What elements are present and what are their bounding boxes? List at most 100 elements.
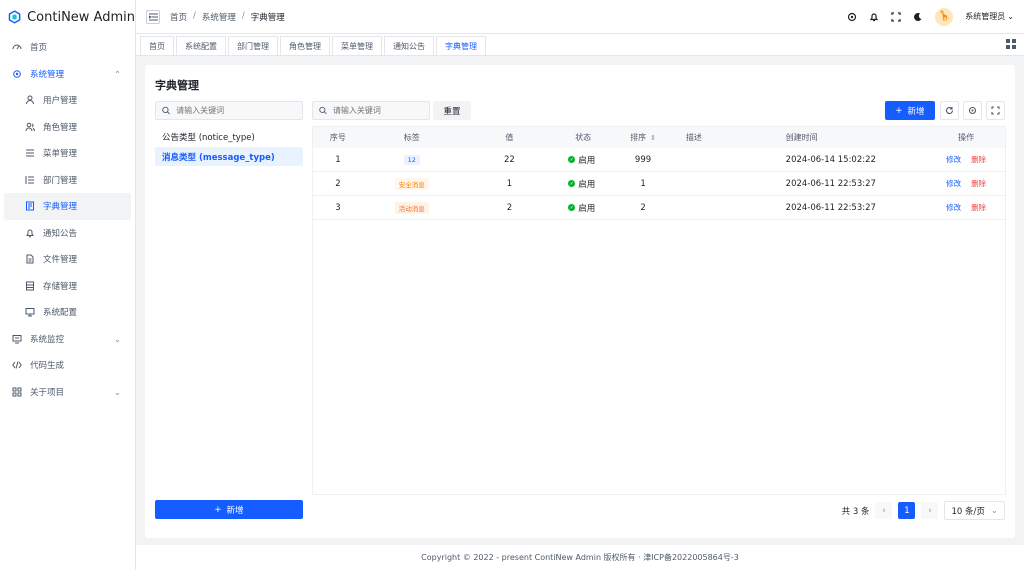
sidebar-item[interactable]: 通知公告 [4,220,131,247]
tab[interactable]: 菜单管理 [332,36,382,55]
fullscreen-icon[interactable] [891,11,901,22]
sidebar-item-label: 系统管理 [30,69,65,80]
cell-status: ✓ 启用 [558,172,608,195]
sidebar-item[interactable]: 关于项目 ⌄ [4,379,131,406]
sidebar-item[interactable]: 系统配置 [4,299,131,326]
edit-link[interactable]: 修改 [946,154,961,165]
app-title: ContiNew Admin [27,9,135,25]
bell-icon[interactable] [869,12,879,22]
apps-icon [12,387,22,397]
add-dict-label: 新增 [226,505,244,516]
fullscreen-icon [991,106,1000,115]
pagination: 共 3 条 ‹ 1 › 10 条/页 ⌄ [842,501,1005,520]
logo[interactable]: ContiNew Admin [0,0,135,34]
add-item-button[interactable]: + 新增 [885,101,935,120]
sidebar-item[interactable]: 用户管理 [4,87,131,114]
plus-icon: + [214,504,222,515]
cell-sort: 1 [640,178,646,189]
sidebar-item[interactable]: 系统管理 ⌃ [4,61,131,88]
menu-fold-icon [148,13,158,20]
item-search[interactable] [312,101,430,120]
prev-page-button[interactable]: ‹ [875,502,893,519]
settings-icon [968,106,977,115]
tab[interactable]: 通知公告 [384,36,434,55]
tab[interactable]: 首页 [140,36,174,55]
dark-mode-icon[interactable] [913,12,923,22]
logo-icon [8,10,21,24]
sidebar-item[interactable]: 部门管理 [4,167,131,194]
column-settings-button[interactable] [963,101,982,120]
breadcrumb-item[interactable]: 系统管理 [202,11,236,23]
monitor-icon [12,334,22,344]
user-menu[interactable]: 系统管理员 ⌄ [965,11,1014,22]
sidebar-item[interactable]: 首页 [4,34,131,61]
sidebar-item[interactable]: 字典管理 [4,193,131,220]
cell-actions: 修改 删除 [927,196,1005,219]
sidebar-item[interactable]: 系统监控 ⌄ [4,326,131,353]
tab[interactable]: 字典管理 [436,36,486,55]
breadcrumb-item[interactable]: 首页 [170,11,187,23]
settings-icon[interactable] [847,12,857,22]
sidebar-item[interactable]: 存储管理 [4,273,131,300]
breadcrumb: 首页 / 系统管理 / 字典管理 [170,11,285,23]
dict-icon [26,201,34,211]
copyright-text: Copyright © 2022 - present ContiNew Admi… [421,553,739,562]
item-search-input[interactable] [332,106,429,115]
tab[interactable]: 部门管理 [228,36,278,55]
user-icon [26,95,34,105]
sidebar-item-label: 关于项目 [30,387,65,398]
add-dict-button[interactable]: + 新增 [155,500,303,519]
page-button[interactable]: 1 [898,502,916,519]
reset-button[interactable]: 重置 [433,101,471,120]
delete-link[interactable]: 删除 [971,202,986,213]
sidebar-item-label: 代码生成 [30,361,65,372]
sidebar-item-label: 系统配置 [43,308,78,319]
cell-actions: 修改 删除 [927,172,1005,195]
col-header-sort[interactable]: 排序 ⇕ [608,127,678,148]
next-page-button[interactable]: › [921,502,939,519]
file-icon [26,254,34,264]
dict-tree-item[interactable]: 消息类型 (message_type) [155,147,303,166]
cell-value: 22 [504,154,515,165]
edit-link[interactable]: 修改 [946,202,961,213]
cell-actions: 修改 删除 [927,148,1005,171]
sidebar-item[interactable]: 代码生成 [4,352,131,379]
edit-link[interactable]: 修改 [946,178,961,189]
cell-status: ✓ 启用 [558,148,608,171]
menu-fold-button[interactable] [146,9,160,24]
refresh-button[interactable] [940,101,959,120]
delete-link[interactable]: 删除 [971,178,986,189]
sidebar-item[interactable]: 角色管理 [4,114,131,141]
label-tag: 12 [403,154,420,165]
user-group-icon [25,122,35,131]
tab[interactable]: 角色管理 [280,36,330,55]
tab-bar: 首页 系统配置 部门管理 角色管理 菜单管理 通知公告 字典管理 [136,34,1024,56]
delete-link[interactable]: 删除 [971,154,986,165]
avatar-image: 🦒 [938,11,951,22]
total-count: 共 3 条 [841,506,870,517]
footer: Copyright © 2022 - present ContiNew Admi… [136,545,1024,570]
col-header: 值 [505,133,514,142]
table-row: 2 安全消息 1 ✓ 启用 1 2024-06-11 22:53:27 修改 删除 [313,172,1005,196]
main-card: 字典管理 公告类型 (notice_type)消息类型 (message_typ… [145,65,1015,538]
search-icon [162,106,170,115]
check-circle-icon: ✓ [568,156,576,163]
page-size-value: 10 条/页 [951,506,985,517]
label-tag: 活动消息 [394,201,429,214]
cell-no: 3 [335,202,341,213]
dict-search[interactable] [155,101,303,120]
table-row: 3 活动消息 2 ✓ 启用 2 2024-06-11 22:53:27 修改 删除 [313,196,1005,220]
avatar[interactable]: 🦒 [935,7,954,26]
sidebar-item[interactable]: 文件管理 [4,246,131,273]
dict-tree-item[interactable]: 公告类型 (notice_type) [155,127,303,146]
sidebar-item[interactable]: 菜单管理 [4,140,131,167]
page-size-select[interactable]: 10 条/页 ⌄ [944,501,1005,520]
dict-search-input[interactable] [176,106,302,115]
tab[interactable]: 系统配置 [176,36,226,55]
sort-icon[interactable]: ⇕ [650,134,656,142]
sidebar-item-label: 文件管理 [43,255,78,266]
tab-grid-icon[interactable] [1006,39,1016,49]
fullscreen-button[interactable] [986,101,1005,120]
dict-tree: 公告类型 (notice_type) 消息类型 (message_type) [155,127,303,167]
cell-label: 活动消息 [363,196,461,219]
